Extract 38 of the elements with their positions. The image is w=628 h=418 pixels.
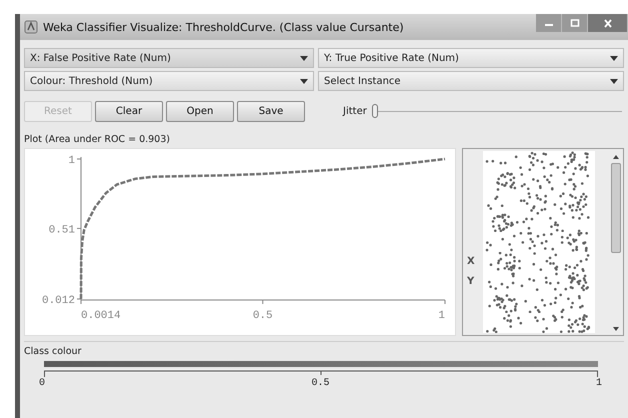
caret-icon — [610, 56, 618, 60]
x-tick-label: 0.5 — [252, 310, 273, 322]
caret-icon — [300, 78, 308, 84]
jitter-label: Jitter — [343, 106, 367, 116]
y-tick-label: 0.51 — [48, 224, 75, 236]
window-title: Weka Classifier Visualize: ThresholdCurve. (Class value Cursante) — [43, 20, 404, 34]
scale-label: 0 — [39, 378, 46, 389]
slider-thumb[interactable] — [372, 104, 378, 118]
action-button[interactable]: Save — [237, 100, 305, 122]
maximize-button[interactable] — [562, 14, 588, 32]
app-icon — [24, 20, 38, 34]
scatter-strip-drawing[interactable] — [483, 151, 595, 172]
close-button[interactable] — [588, 14, 628, 32]
scatter-strip-drawing[interactable] — [483, 312, 595, 333]
scroll-up-icon[interactable] — [611, 153, 621, 161]
axis-marker: Y — [467, 276, 474, 288]
scroll-down-icon[interactable] — [611, 325, 621, 333]
action-button[interactable]: Open — [166, 100, 234, 122]
scale-label: 1 — [596, 378, 602, 389]
caret-icon — [610, 78, 618, 84]
dropdown[interactable]: Y: True Positive Rate (Num) — [318, 48, 624, 68]
axis-marker: X — [467, 256, 475, 268]
class-colour-label: Class colour — [24, 346, 82, 357]
dropdown[interactable]: X: False Positive Rate (Num) — [24, 48, 314, 68]
plot-title: Plot (Area under ROC = 0.903) — [24, 134, 171, 145]
maximize-icon — [570, 19, 580, 27]
dropdown[interactable]: Colour: Threshold (Num) — [24, 71, 314, 91]
close-icon — [602, 18, 612, 28]
y-tick-label: 1 — [68, 155, 75, 167]
x-tick-label: 0.0014 — [81, 310, 121, 322]
minimize-button[interactable] — [536, 14, 562, 32]
dropdown[interactable]: Select Instance — [318, 71, 624, 91]
scale-label: 0.5 — [311, 378, 330, 389]
caret-icon — [300, 56, 308, 60]
action-button[interactable]: Clear — [95, 100, 163, 122]
y-tick-label: 0.012 — [42, 295, 75, 307]
jitter-slider[interactable] — [372, 103, 622, 119]
x-tick-label: 1 — [438, 310, 445, 322]
